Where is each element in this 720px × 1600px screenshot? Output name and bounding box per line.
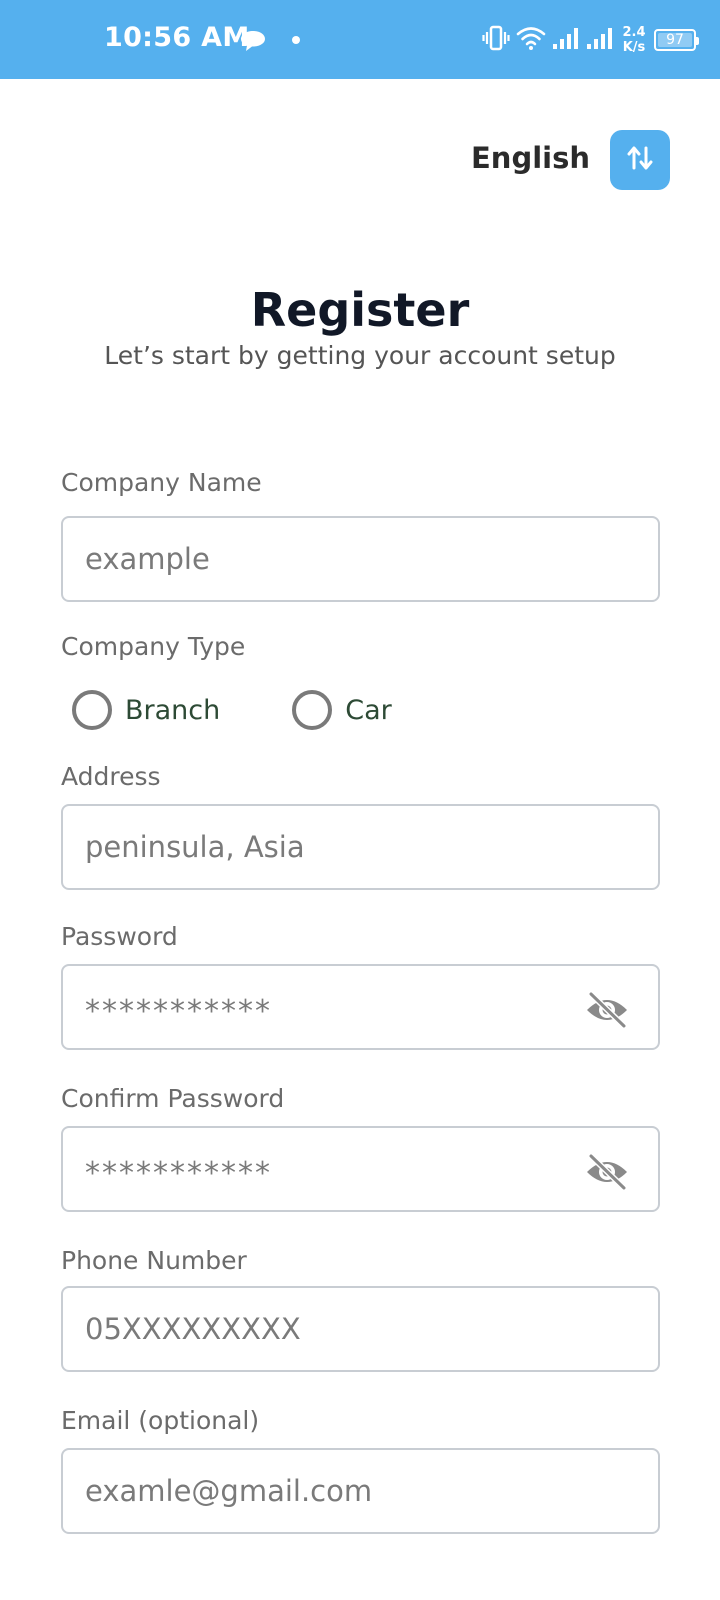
language-label[interactable]: English xyxy=(471,141,590,175)
address-input[interactable]: peninsula, Asia xyxy=(61,804,660,890)
address-placeholder: peninsula, Asia xyxy=(85,830,305,864)
confirm-password-input[interactable]: *********** xyxy=(61,1126,660,1212)
phone-number-input[interactable]: 05XXXXXXXXX xyxy=(61,1286,660,1372)
status-time: 10:56 AM xyxy=(104,22,250,53)
network-speed-value: 2.4 xyxy=(622,25,646,40)
password-label: Password xyxy=(61,922,178,951)
battery-icon: 97 xyxy=(654,29,699,51)
signal-icon xyxy=(586,26,614,54)
company-name-label: Company Name xyxy=(61,468,262,497)
email-input[interactable]: examle@gmail.com xyxy=(61,1448,660,1534)
company-name-placeholder: example xyxy=(85,542,210,576)
password-input[interactable]: *********** xyxy=(61,964,660,1050)
swap-vertical-icon xyxy=(625,143,655,177)
wifi-icon xyxy=(516,26,546,54)
page-subtitle: Let’s start by getting your account setu… xyxy=(104,341,616,370)
confirm-password-label: Confirm Password xyxy=(61,1084,285,1113)
status-right-group: 2.4 K/s 97 xyxy=(482,22,699,58)
radio-branch-label[interactable]: Branch xyxy=(125,695,220,726)
status-bar: 10:56 AM 2.4 K/s 97 xyxy=(0,0,720,79)
notification-dot-icon xyxy=(292,36,300,44)
battery-level: 97 xyxy=(666,32,684,48)
language-toggle-button[interactable] xyxy=(610,130,670,190)
company-type-label: Company Type xyxy=(61,632,246,661)
radio-branch[interactable] xyxy=(72,690,112,730)
email-label: Email (optional) xyxy=(61,1406,260,1435)
phone-number-label: Phone Number xyxy=(61,1246,247,1275)
chat-bubble-icon xyxy=(240,29,266,57)
company-name-input[interactable]: example xyxy=(61,516,660,602)
phone-number-placeholder: 05XXXXXXXXX xyxy=(85,1312,301,1346)
password-placeholder: *********** xyxy=(85,993,272,1029)
email-placeholder: examle@gmail.com xyxy=(85,1474,373,1508)
vibrate-icon xyxy=(482,25,510,55)
network-speed-unit: K/s xyxy=(622,40,646,55)
eye-off-icon[interactable] xyxy=(584,1152,630,1192)
radio-car[interactable] xyxy=(292,690,333,730)
signal-icon xyxy=(552,26,580,54)
radio-car-label[interactable]: Car xyxy=(345,695,392,726)
page-title: Register xyxy=(250,283,470,337)
eye-off-icon[interactable] xyxy=(584,990,630,1030)
address-label: Address xyxy=(61,762,161,791)
network-speed: 2.4 K/s xyxy=(620,25,648,55)
confirm-password-placeholder: *********** xyxy=(85,1155,272,1191)
company-type-radio-group: Branch Car xyxy=(72,690,392,730)
